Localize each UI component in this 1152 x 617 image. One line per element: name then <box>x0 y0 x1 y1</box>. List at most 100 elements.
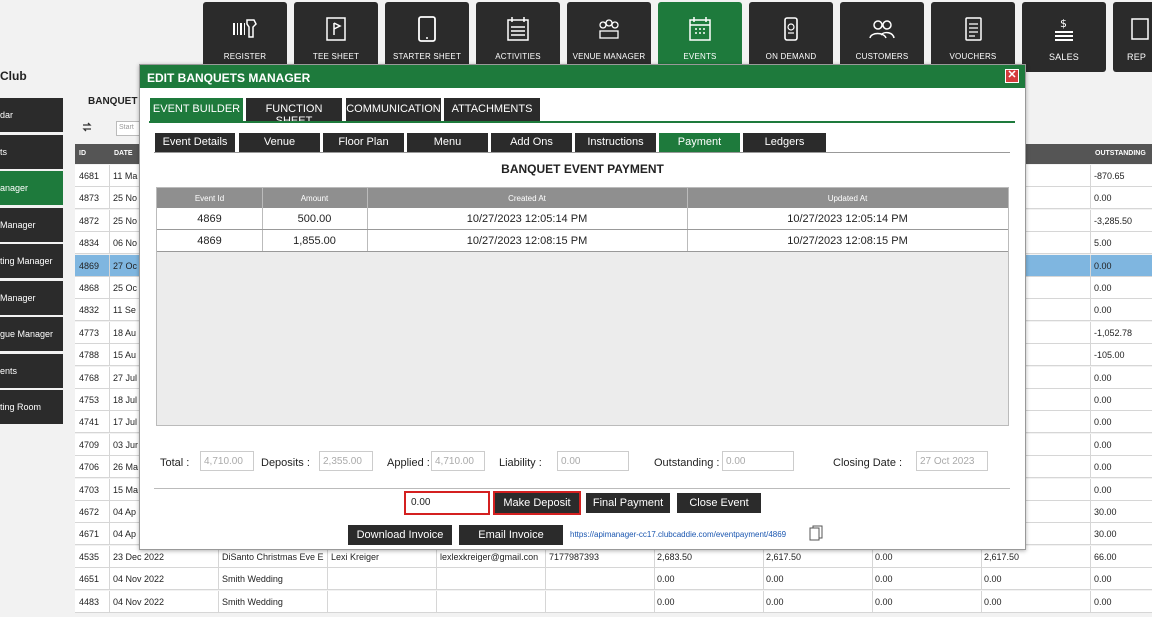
column-divider <box>981 568 982 591</box>
table-cell: 0.00 <box>875 551 893 562</box>
table-cell: 0.00 <box>1094 283 1112 293</box>
tab-event-builder[interactable]: EVENT BUILDER <box>150 98 243 121</box>
table-cell: 0.00 <box>875 574 893 585</box>
payment-amount: 500.00 <box>297 213 332 225</box>
nav-vouchers-button[interactable]: VOUCHERS <box>931 2 1015 72</box>
email-invoice-button[interactable]: Email Invoice <box>459 525 563 545</box>
column-divider <box>109 456 110 479</box>
column-divider <box>1090 165 1091 187</box>
subtab-menu[interactable]: Menu <box>407 133 488 152</box>
table-cell: 0.00 <box>1094 596 1112 607</box>
close-event-button[interactable]: Close Event <box>677 493 761 513</box>
column-divider <box>763 590 764 613</box>
nav-reports-button[interactable]: REP <box>1113 2 1152 72</box>
total-label: Total : <box>160 457 190 469</box>
outstanding-field: 0.00 <box>722 451 794 471</box>
table-cell: Lexi Kreiger <box>331 551 380 562</box>
subtab-payment[interactable]: Payment <box>659 133 740 152</box>
table-cell: 4706 <box>79 462 100 473</box>
table-cell: -105.00 <box>1094 350 1125 361</box>
nav-starter-sheet-button[interactable]: STARTER SHEET <box>385 2 469 72</box>
make-deposit-button[interactable]: Make Deposit <box>493 491 581 515</box>
sidebar-item-label: ting Manager <box>0 256 53 266</box>
subtab-instructions[interactable]: Instructions <box>575 133 656 152</box>
table-cell: 4872 <box>79 215 100 226</box>
subtab-ledgers[interactable]: Ledgers <box>743 133 826 152</box>
table-cell: 0.00 <box>766 574 784 585</box>
sidebar-item-banquet-manager[interactable]: anager <box>0 171 63 205</box>
grid-divider <box>367 208 368 229</box>
nav-customers-button[interactable]: CUSTOMERS <box>840 2 924 72</box>
table-cell: 0.00 <box>657 596 675 607</box>
payment-link[interactable]: https://apimanager-cc17.clubcaddie.com/e… <box>570 530 786 539</box>
svg-text:$: $ <box>1060 17 1067 30</box>
sidebar-item-calendar[interactable]: dar <box>0 98 63 132</box>
table-cell: 30.00 <box>1094 529 1117 540</box>
sidebar-item-manager-2[interactable]: Manager <box>0 281 63 315</box>
sidebar-item-events-2[interactable]: ents <box>0 354 63 388</box>
sidebar-item-meeting-room[interactable]: ting Room <box>0 390 63 424</box>
section-title: BANQUET EVENT PAYMENT <box>501 162 664 176</box>
column-divider <box>1090 344 1091 367</box>
subtab-venue[interactable]: Venue <box>239 133 320 152</box>
subtab-floor-plan[interactable]: Floor Plan <box>323 133 404 152</box>
sidebar-item-manager[interactable]: Manager <box>0 208 63 242</box>
tab-attachments[interactable]: ATTACHMENTS <box>444 98 540 121</box>
tab-communication[interactable]: COMMUNICATION <box>346 98 441 121</box>
table-cell: 0.00 <box>1094 462 1112 473</box>
sidebar-item-booking-manager[interactable]: ting Manager <box>0 244 63 278</box>
table-row[interactable]: 4483 04 Nov 2022 Smith Wedding 0.00 0.00 0.00… <box>75 590 1152 613</box>
column-divider <box>109 254 110 277</box>
reports-icon <box>1131 18 1149 40</box>
nav-label: ACTIVITIES <box>495 52 541 61</box>
final-payment-button[interactable]: Final Payment <box>586 493 670 513</box>
table-cell: 2,683.50 <box>657 551 693 562</box>
table-cell: 4672 <box>79 507 100 517</box>
subtab-event-details[interactable]: Event Details <box>155 133 235 152</box>
nav-label: REP <box>1127 52 1147 62</box>
nav-label: TEE SHEET <box>312 52 360 61</box>
nav-venue-manager-button[interactable]: VENUE MANAGER <box>567 2 651 72</box>
copy-icon[interactable] <box>809 525 823 542</box>
payment-row[interactable]: 4869 500.00 10/27/2023 12:05:14 PM 10/27… <box>157 208 1008 230</box>
sidebar-item-events[interactable]: ts <box>0 135 63 169</box>
table-cell: 4753 <box>79 395 100 405</box>
column-divider <box>1090 321 1091 344</box>
column-divider <box>1090 456 1091 479</box>
nav-register-button[interactable]: REGISTER <box>203 2 287 72</box>
column-divider <box>218 568 219 591</box>
column-divider <box>109 277 110 299</box>
liability-label: Liability : <box>499 457 542 469</box>
nav-events-button[interactable]: EVENTS <box>658 2 742 72</box>
table-row[interactable]: 4651 04 Nov 2022 Smith Wedding 0.00 0.00 0.00… <box>75 568 1152 591</box>
table-cell: -1,052.78 <box>1094 327 1133 338</box>
payment-updated-at: 10/27/2023 12:05:14 PM <box>787 213 908 225</box>
column-divider <box>109 232 110 255</box>
payment-updated-at: 10/27/2023 12:08:15 PM <box>787 235 908 247</box>
nav-activities-button[interactable]: ACTIVITIES <box>476 2 560 72</box>
table-cell: 4483 <box>79 596 100 607</box>
column-divider <box>1090 545 1091 568</box>
nav-sales-button[interactable]: $ SALES <box>1022 2 1106 72</box>
download-invoice-button[interactable]: Download Invoice <box>348 525 452 545</box>
modal-title-bar: EDIT BANQUETS MANAGER ✕ <box>140 65 1025 88</box>
refresh-icon[interactable] <box>81 121 93 133</box>
outstanding-label: Outstanding : <box>654 457 720 469</box>
table-cell: 4681 <box>79 171 100 181</box>
column-divider <box>872 590 873 613</box>
deposit-amount-input[interactable]: 0.00 <box>404 491 490 515</box>
tab-function-sheet[interactable]: FUNCTION SHEET <box>246 98 342 127</box>
calendar-list-icon <box>507 17 529 41</box>
subtab-add-ons[interactable]: Add Ons <box>491 133 572 152</box>
table-cell: 0.00 <box>1094 305 1112 316</box>
nav-on-demand-button[interactable]: ON DEMAND <box>749 2 833 72</box>
nav-label: ON DEMAND <box>765 52 817 61</box>
edit-banquets-modal: EDIT BANQUETS MANAGER ✕ EVENT BUILDER FU… <box>139 64 1026 550</box>
table-cell: 4868 <box>79 283 100 293</box>
nav-tee-sheet-button[interactable]: TEE SHEET <box>294 2 378 72</box>
payment-row[interactable]: 4869 1,855.00 10/27/2023 12:08:15 PM 10/… <box>157 230 1008 252</box>
close-icon[interactable]: ✕ <box>1005 69 1019 83</box>
column-divider <box>654 568 655 591</box>
sidebar-item-league-manager[interactable]: gue Manager <box>0 317 63 351</box>
table-cell: 4651 <box>79 574 100 585</box>
